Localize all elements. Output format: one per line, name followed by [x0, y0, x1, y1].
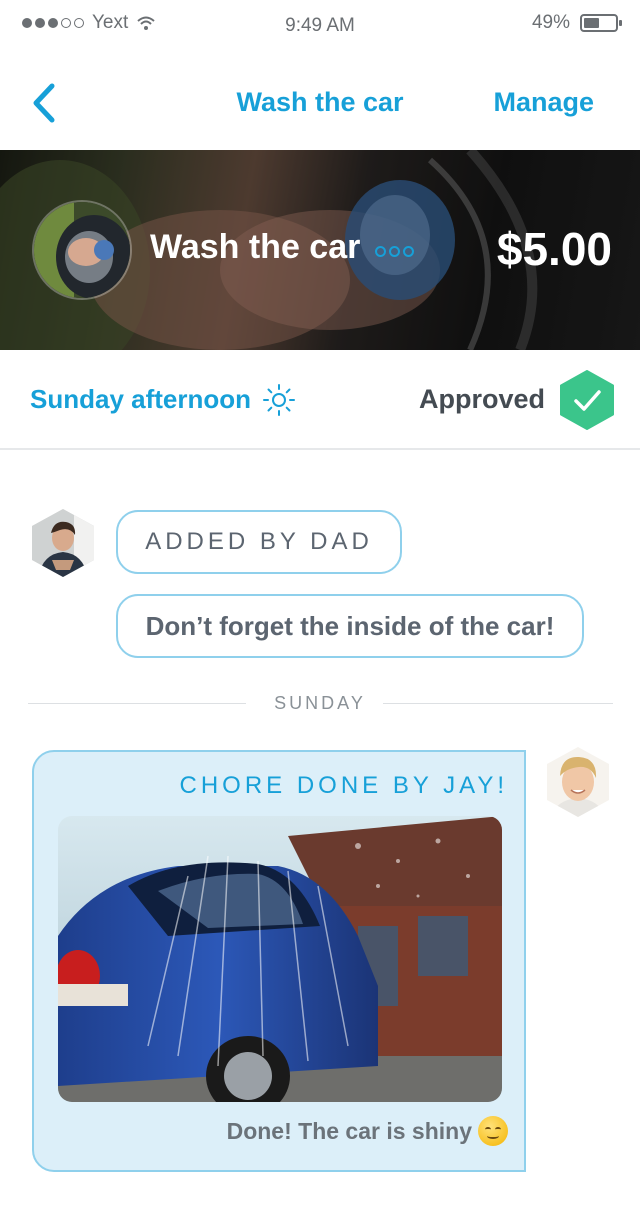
- chore-done-caption: Done! The car is shiny: [227, 1116, 508, 1146]
- manage-button[interactable]: Manage: [493, 87, 594, 118]
- chore-done-card: CHORE DONE BY JAY! Done! The car is shin…: [32, 750, 526, 1172]
- chore-thumbnail: [32, 200, 132, 300]
- battery-icon: [580, 14, 622, 32]
- back-button[interactable]: [22, 78, 66, 128]
- chore-done-title: CHORE DONE BY JAY!: [179, 772, 508, 799]
- chore-done-photo[interactable]: [58, 816, 502, 1102]
- smiling-emoji-icon: [478, 1116, 508, 1146]
- caption-text: Done! The car is shiny: [226, 1117, 472, 1144]
- status-bar: Yext 9:49 AM 49%: [0, 0, 640, 50]
- nav-bar: Wash the car Manage: [0, 50, 640, 150]
- chore-title: Wash the car: [150, 228, 361, 266]
- sun-icon: [263, 384, 295, 416]
- check-hex-icon: [560, 370, 614, 430]
- avatar[interactable]: [30, 508, 96, 578]
- avatar[interactable]: [545, 746, 611, 818]
- chore-price: $5.00: [496, 223, 612, 275]
- chore-schedule: Sunday afternoon: [30, 384, 252, 414]
- day-divider: SUNDAY: [274, 693, 366, 713]
- approval-status: Approved: [418, 384, 545, 414]
- battery-percent: 49%: [531, 12, 570, 33]
- battery-info: 49%: [531, 12, 622, 34]
- chore-hero: Wash the car $5.00: [0, 150, 640, 350]
- chevron-left-icon: [33, 83, 55, 123]
- chore-note: Don’t forget the inside of the car!: [116, 594, 584, 658]
- added-by-label: ADDED BY DAD: [116, 510, 402, 574]
- chore-info-row: Sunday afternoon Approved: [0, 350, 640, 450]
- more-icon[interactable]: [375, 246, 414, 257]
